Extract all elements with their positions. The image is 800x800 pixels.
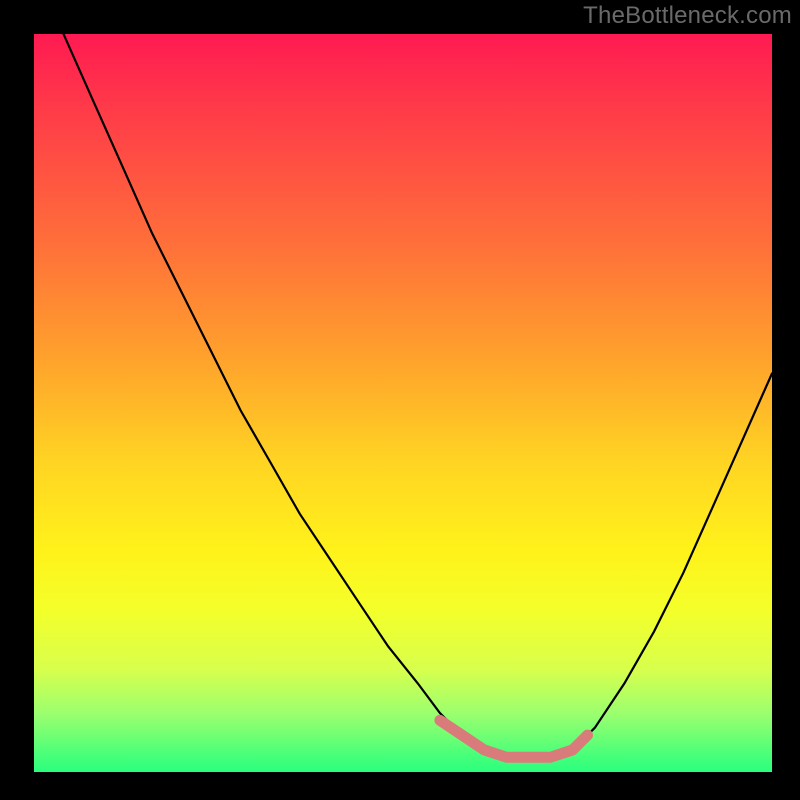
plot-area: [34, 34, 772, 772]
highlight-region: [440, 720, 588, 757]
watermark-text: TheBottleneck.com: [583, 2, 792, 30]
chart-frame: TheBottleneck.com: [0, 0, 800, 800]
bottleneck-curve: [34, 34, 772, 757]
curve-layer: [34, 34, 772, 772]
